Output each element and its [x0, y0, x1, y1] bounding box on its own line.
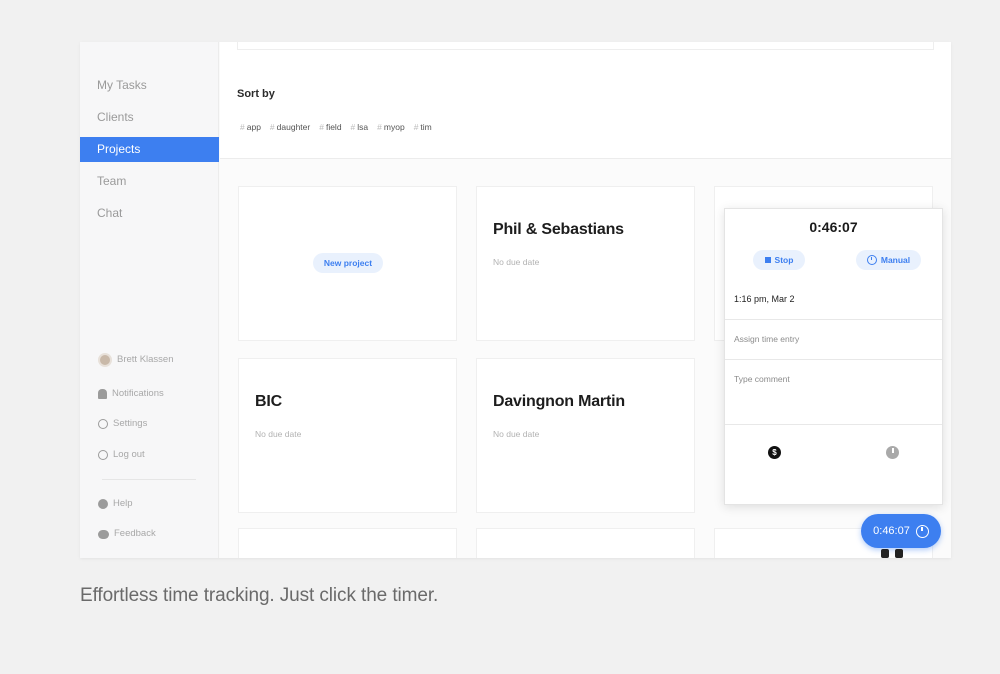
user-profile-link[interactable]: Brett Klassen: [98, 352, 174, 368]
sort-by-label: Sort by: [237, 88, 275, 100]
sidebar-item-my-tasks[interactable]: My Tasks: [80, 73, 219, 98]
timer-display: 0:46:07: [809, 219, 858, 235]
manual-label: Manual: [880, 255, 911, 265]
project-card[interactable]: Davingnon Martin No due date: [476, 358, 695, 513]
help-icon: [98, 499, 108, 509]
logout-link[interactable]: Log out: [98, 447, 145, 463]
comment-field[interactable]: Type comment: [734, 374, 790, 384]
project-due-date: No due date: [493, 429, 540, 439]
feedback-link[interactable]: Feedback: [98, 526, 156, 542]
bell-icon: [98, 389, 107, 399]
app-screenshot-frame: My Tasks Clients Projects Team Chat Bret…: [80, 42, 951, 558]
timer-clock-icon: [915, 524, 929, 538]
project-card[interactable]: [476, 528, 695, 558]
tag-myop[interactable]: myop: [377, 122, 405, 132]
help-label: Help: [113, 498, 133, 509]
timer-popup: 0:46:07 Stop Manual 1:16 pm, Mar 2 Assig…: [724, 208, 943, 505]
notifications-label: Notifications: [112, 388, 164, 399]
floating-timer-button[interactable]: 0:46:07: [861, 514, 941, 548]
new-project-card: New project: [238, 186, 457, 341]
tag-field[interactable]: field: [319, 122, 342, 132]
stop-icon: [764, 257, 771, 263]
gear-icon: [98, 419, 108, 429]
sidebar-divider: [102, 479, 196, 480]
project-due-date: No due date: [493, 257, 540, 267]
avatar: [98, 353, 112, 367]
sidebar-item-clients[interactable]: Clients: [80, 105, 219, 130]
project-title: Davingnon Martin: [493, 393, 625, 410]
user-name: Brett Klassen: [117, 354, 174, 365]
timer-start-date: 1:16 pm, Mar 2: [734, 294, 795, 304]
logout-label: Log out: [113, 449, 145, 460]
quote-icon: [881, 549, 889, 558]
project-title: Phil & Sebastians: [493, 221, 624, 238]
lock-icon: [895, 549, 903, 558]
project-card[interactable]: [238, 528, 457, 558]
panel-divider: [725, 359, 942, 360]
tag-tim[interactable]: tim: [414, 122, 431, 132]
manual-button[interactable]: Manual: [856, 250, 921, 270]
sidebar-item-team[interactable]: Team: [80, 169, 219, 194]
feedback-label: Feedback: [114, 528, 156, 539]
clock-icon: [866, 255, 877, 265]
project-due-date: No due date: [255, 429, 302, 439]
floating-timer-time: 0:46:07: [873, 525, 910, 537]
help-link[interactable]: Help: [98, 496, 133, 512]
stop-button[interactable]: Stop: [753, 250, 805, 270]
chat-bubble-icon: [98, 529, 109, 539]
mini-icon-row: [881, 549, 903, 558]
project-title: BIC: [255, 393, 282, 410]
history-clock-icon[interactable]: [886, 446, 899, 459]
settings-label: Settings: [113, 418, 148, 429]
tag-filter-list: app daughter field lsa myop tim: [240, 122, 432, 132]
panel-divider: [725, 424, 942, 425]
caption-text: Effortless time tracking. Just click the…: [80, 585, 439, 606]
tag-app[interactable]: app: [240, 122, 261, 132]
billable-dollar-icon[interactable]: $: [768, 446, 781, 459]
new-project-button[interactable]: New project: [313, 253, 383, 273]
stop-label: Stop: [774, 255, 794, 265]
tag-lsa[interactable]: lsa: [351, 122, 368, 132]
assign-time-entry-field[interactable]: Assign time entry: [734, 334, 799, 344]
tag-daughter[interactable]: daughter: [270, 122, 311, 132]
search-box-edge: [237, 42, 934, 50]
notifications-link[interactable]: Notifications: [98, 386, 164, 402]
panel-divider: [725, 319, 942, 320]
project-card[interactable]: BIC No due date: [238, 358, 457, 513]
sidebar-item-projects[interactable]: Projects: [80, 137, 219, 162]
sidebar: My Tasks Clients Projects Team Chat Bret…: [80, 42, 219, 558]
project-card[interactable]: Phil & Sebastians No due date: [476, 186, 695, 341]
settings-link[interactable]: Settings: [98, 416, 147, 432]
sidebar-item-chat[interactable]: Chat: [80, 201, 219, 226]
logout-icon: [98, 450, 108, 460]
